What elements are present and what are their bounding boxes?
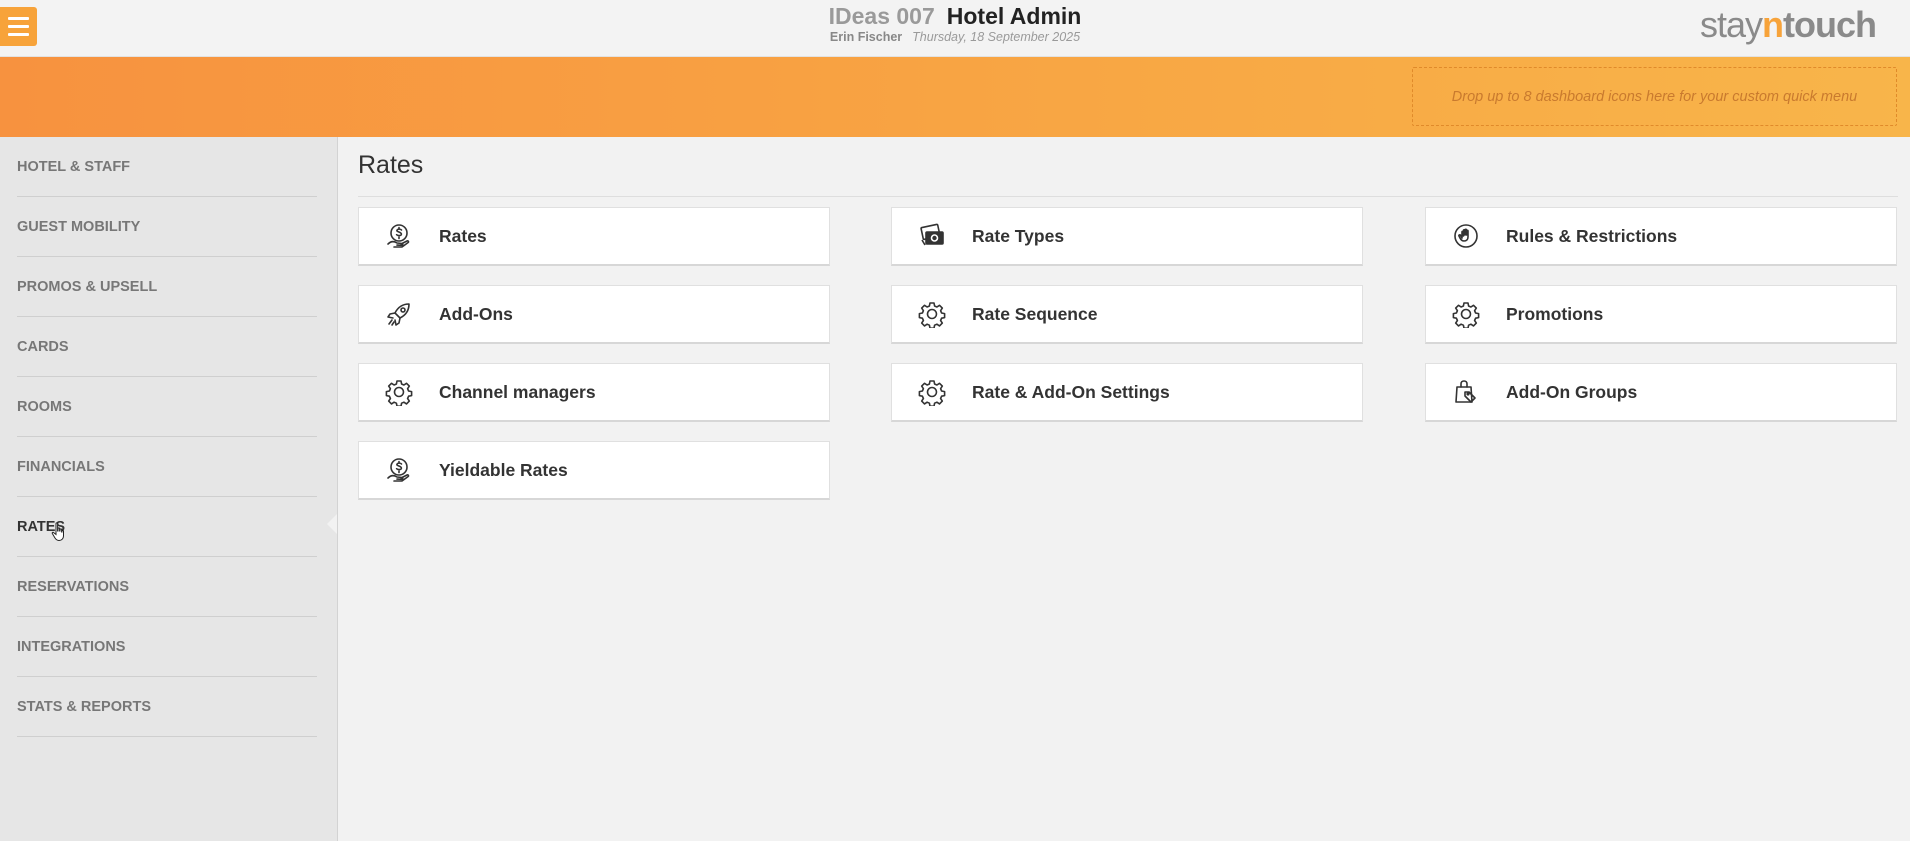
card-label: Add-Ons [439, 303, 513, 324]
card-label: Rate Sequence [972, 303, 1098, 324]
bag-icon [1452, 378, 1480, 406]
money-hand-icon [385, 222, 413, 250]
hand-cursor-icon [51, 522, 64, 542]
gear-icon [918, 300, 946, 328]
sidebar-item-cards[interactable]: CARDS [17, 317, 317, 377]
header-subtitle: Erin Fischer Thursday, 18 September 2025 [0, 30, 1910, 44]
gear-icon [1452, 300, 1480, 328]
card-add-on-groups[interactable]: Add-On Groups [1425, 363, 1897, 422]
sidebar-item-integrations[interactable]: INTEGRATIONS [17, 617, 317, 677]
card-add-ons[interactable]: Add-Ons [358, 285, 830, 344]
quick-menu-dropzone[interactable]: Drop up to 8 dashboard icons here for yo… [1412, 67, 1897, 126]
card-rates[interactable]: Rates [358, 207, 830, 266]
money-hand-icon [385, 456, 413, 484]
card-rules-restrictions[interactable]: Rules & Restrictions [1425, 207, 1897, 266]
quick-menu-bar: Drop up to 8 dashboard icons here for yo… [0, 57, 1910, 137]
card-label: Promotions [1506, 303, 1604, 324]
card-rate-types[interactable]: Rate Types [891, 207, 1363, 266]
header-title-block: IDeas 007 Hotel Admin [0, 3, 1910, 30]
card-yieldable-rates[interactable]: Yieldable Rates [358, 441, 830, 500]
card-label: Yieldable Rates [439, 459, 568, 480]
sidebar-item-financials[interactable]: FINANCIALS [17, 437, 317, 497]
gear-icon [918, 378, 946, 406]
sidebar-item-rooms[interactable]: ROOMS [17, 377, 317, 437]
hotel-name: IDeas 007 [828, 3, 935, 29]
hand-stop-icon [1452, 222, 1480, 250]
user-name: Erin Fischer [829, 30, 903, 44]
card-label: Rules & Restrictions [1506, 225, 1678, 246]
card-label: Add-On Groups [1506, 381, 1638, 402]
app-title: Hotel Admin [946, 3, 1082, 29]
money-bills-icon [918, 222, 946, 250]
sidebar-item-reservations[interactable]: RESERVATIONS [17, 557, 317, 617]
card-channel-managers[interactable]: Channel managers [358, 363, 830, 422]
card-rate-sequence[interactable]: Rate Sequence [891, 285, 1363, 344]
sidebar-item-promos-upsell[interactable]: PROMOS & UPSELL [17, 257, 317, 317]
card-rate-addon-settings[interactable]: Rate & Add-On Settings [891, 363, 1363, 422]
card-label: Rate Types [972, 225, 1065, 246]
brand-logo: stayntouch [1699, 4, 1877, 45]
top-header: IDeas 007 Hotel Admin Erin Fischer Thursda… [0, 0, 1910, 57]
card-label: Rate & Add-On Settings [972, 381, 1170, 402]
admin-sidebar: HOTEL & STAFF GUEST MOBILITY PROMOS & UP… [0, 137, 338, 841]
rocket-icon [385, 300, 413, 328]
sidebar-item-hotel-staff[interactable]: HOTEL & STAFF [17, 137, 317, 197]
current-date: Thursday, 18 September 2025 [912, 30, 1081, 44]
card-label: Channel managers [439, 381, 596, 402]
card-promotions[interactable]: Promotions [1425, 285, 1897, 344]
active-indicator-arrow [327, 514, 337, 534]
gear-icon [385, 378, 413, 406]
title-divider [358, 196, 1898, 197]
page-title: Rates [358, 151, 424, 179]
sidebar-item-stats-reports[interactable]: STATS & REPORTS [17, 677, 317, 737]
sidebar-item-guest-mobility[interactable]: GUEST MOBILITY [17, 197, 317, 257]
main-content: Rates Rates Rate Types Rules & Restricti… [338, 137, 1910, 841]
card-label: Rates [439, 225, 487, 246]
